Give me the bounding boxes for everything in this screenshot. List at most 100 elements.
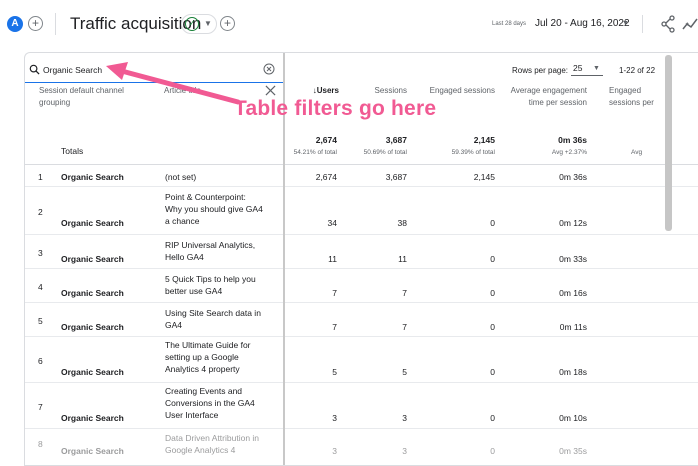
- row-avg-time: 0m 36s: [559, 172, 587, 182]
- chevron-down-icon[interactable]: ▼: [622, 20, 629, 27]
- row-channel: Organic Search: [61, 413, 124, 423]
- column-header-sessions[interactable]: Sessions: [347, 85, 407, 97]
- row-sessions: 3: [402, 413, 407, 423]
- rows-per-page-select[interactable]: 25 ▼: [571, 62, 603, 76]
- row-article-title: Data Driven Attribution in Google Analyt…: [165, 433, 260, 455]
- row-engaged: 0: [490, 367, 495, 377]
- column-header-avg-engagement-time[interactable]: Average engagement time per session: [505, 85, 587, 109]
- row-sessions: 5: [402, 367, 407, 377]
- row-index: 2: [38, 207, 43, 217]
- rows-per-page-value: 25: [573, 63, 583, 73]
- add-report-button[interactable]: +: [220, 16, 235, 31]
- row-engaged: 0: [490, 413, 495, 423]
- totals-row: Totals 2,674 54.21% of total 3,687 50.69…: [25, 131, 698, 165]
- row-sessions: 3,687: [385, 172, 407, 182]
- row-engaged: 0: [490, 446, 495, 456]
- row-channel: Organic Search: [61, 288, 124, 298]
- rows-per-page-label: Rows per page:: [512, 66, 569, 75]
- row-article-title: Creating Events and Conversions in the G…: [165, 386, 255, 420]
- column-header-users[interactable]: ↓Users: [291, 85, 339, 97]
- row-index: 1: [38, 172, 43, 182]
- totals-engaged-share: 59.39% of total: [451, 149, 495, 156]
- row-users: 7: [332, 288, 337, 298]
- row-avg-time: 0m 16s: [559, 288, 587, 298]
- check-circle-icon: ✓: [185, 17, 199, 31]
- row-sessions: 3: [402, 446, 407, 456]
- row-avg-time: 0m 33s: [559, 254, 587, 264]
- row-channel: Organic Search: [61, 172, 124, 182]
- pagination-info: 1-22 of 22: [619, 66, 656, 75]
- row-index: 6: [38, 356, 43, 366]
- totals-label: Totals: [61, 146, 84, 156]
- plus-icon: +: [223, 16, 231, 30]
- row-avg-time: 0m 11s: [559, 322, 587, 332]
- row-channel: Organic Search: [61, 367, 124, 377]
- date-range-picker[interactable]: Jul 20 - Aug 16, 2022: [535, 18, 630, 29]
- table-row[interactable]: 7 Organic Search Creating Events and Con…: [25, 383, 698, 429]
- row-article-title: Using Site Search data in GA4: [165, 308, 261, 330]
- table-row[interactable]: 4 Organic Search 5 Quick Tips to help yo…: [25, 269, 698, 303]
- account-avatar[interactable]: A: [7, 16, 23, 32]
- row-channel: Organic Search: [61, 254, 124, 264]
- table-row[interactable]: 8 Organic Search Data Driven Attribution…: [25, 429, 698, 465]
- row-users: 7: [332, 322, 337, 332]
- row-index: 4: [38, 282, 43, 292]
- chevron-down-icon: ▼: [593, 65, 600, 72]
- row-engaged: 0: [490, 254, 495, 264]
- row-article-title: 5 Quick Tips to help you better use GA4: [165, 274, 256, 296]
- table-row[interactable]: 5 Organic Search Using Site Search data …: [25, 303, 698, 337]
- row-index: 7: [38, 402, 43, 412]
- row-channel: Organic Search: [61, 322, 124, 332]
- row-article-title: RIP Universal Analytics, Hello GA4: [165, 240, 256, 262]
- chevron-down-icon: ▼: [204, 19, 212, 28]
- header-divider: [642, 15, 643, 33]
- totals-users: 2,674: [315, 135, 337, 145]
- column-header-engaged-sessions[interactable]: Engaged sessions: [417, 85, 495, 97]
- row-users: 3: [332, 446, 337, 456]
- row-index: 5: [38, 316, 43, 326]
- close-icon[interactable]: [265, 85, 276, 96]
- totals-users-share: 54.21% of total: [293, 149, 337, 156]
- totals-sessions: 3,687: [385, 135, 407, 145]
- row-engaged: 2,145: [473, 172, 495, 182]
- plus-icon: +: [31, 16, 39, 30]
- insights-icon[interactable]: [682, 16, 698, 32]
- report-header: A + Traffic acquisition ✓ ▼ + Last 28 da…: [0, 0, 698, 48]
- row-users: 11: [328, 254, 337, 264]
- annotation-arrow: [106, 62, 241, 105]
- row-article-title: (not set): [165, 172, 197, 182]
- row-channel: Organic Search: [61, 446, 124, 456]
- row-users: 5: [332, 367, 337, 377]
- row-engaged: 0: [490, 218, 495, 228]
- totals-sessions-share: 50.69% of total: [363, 149, 407, 156]
- row-index: 3: [38, 248, 43, 258]
- row-users: 2,674: [315, 172, 337, 182]
- share-icon[interactable]: [660, 15, 676, 33]
- row-channel: Organic Search: [61, 218, 124, 228]
- clear-icon[interactable]: [263, 63, 275, 75]
- row-engaged: 0: [490, 322, 495, 332]
- totals-engaged-per-user: Avg: [631, 149, 643, 156]
- totals-avg-time-delta: Avg +2.37%: [551, 149, 587, 156]
- row-sessions: 11: [398, 254, 407, 264]
- row-article-title: Point & Counterpoint: Why you should giv…: [165, 192, 263, 226]
- table-row[interactable]: 2 Organic Search Point & Counterpoint: W…: [25, 187, 698, 235]
- row-index: 8: [38, 439, 43, 449]
- date-range-label: Last 28 days: [492, 21, 527, 27]
- report-status-dropdown[interactable]: ✓ ▼: [181, 14, 217, 34]
- row-sessions: 7: [402, 288, 407, 298]
- row-avg-time: 0m 18s: [559, 367, 587, 377]
- row-avg-time: 0m 12s: [559, 218, 587, 228]
- row-sessions: 38: [397, 218, 407, 228]
- row-engaged: 0: [490, 288, 495, 298]
- add-comparison-button[interactable]: +: [28, 16, 43, 31]
- header-divider: [55, 13, 56, 35]
- vertical-scrollbar[interactable]: [665, 55, 672, 231]
- column-header-engaged-per-user[interactable]: Engaged sessions per: [609, 85, 669, 109]
- row-users: 3: [332, 413, 337, 423]
- table-row[interactable]: 1 Organic Search (not set) 2,674 3,687 2…: [25, 165, 698, 187]
- table-row[interactable]: 6 Organic Search The Ultimate Guide for …: [25, 337, 698, 383]
- search-icon: [29, 64, 40, 75]
- table-row[interactable]: 3 Organic Search RIP Universal Analytics…: [25, 235, 698, 269]
- row-users: 34: [327, 218, 337, 228]
